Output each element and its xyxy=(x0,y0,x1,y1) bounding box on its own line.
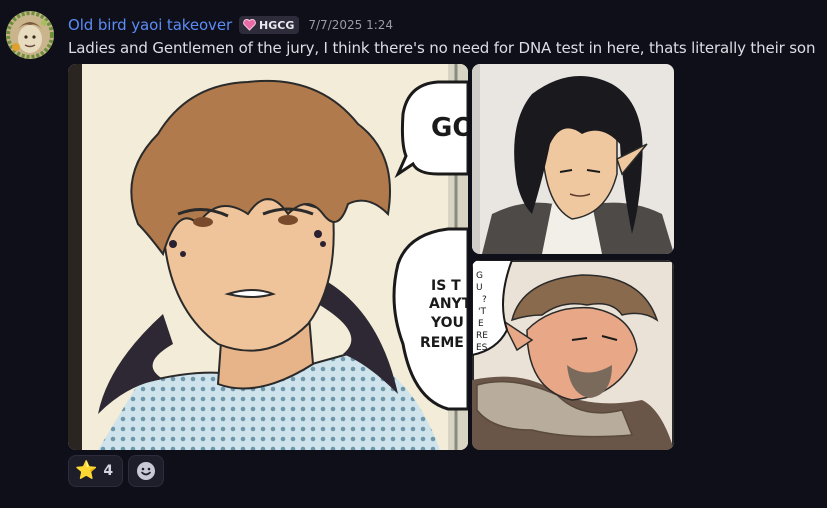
comic-bubble-text-top: GO xyxy=(431,113,468,143)
comic-bubble-line-1: IS T xyxy=(431,278,461,294)
comic-bubble-line-4: REME TES xyxy=(420,335,468,351)
avatar-image xyxy=(6,11,54,59)
image-attachments: GO IS T ANYT YOU REME TES xyxy=(68,64,674,450)
reaction-count: 4 xyxy=(103,463,114,479)
server-tag[interactable]: HGCG xyxy=(239,16,300,34)
user-avatar[interactable] xyxy=(6,11,54,59)
attachment-image-bearded[interactable]: G U ? 'T E RE ES xyxy=(472,260,674,450)
reactions-bar: ⭐ 4 xyxy=(68,455,165,487)
reaction-star[interactable]: ⭐ 4 xyxy=(68,455,124,487)
comic-small-line-1: G xyxy=(476,271,483,281)
heart-icon xyxy=(243,19,256,31)
message-timestamp[interactable]: 7/7/2025 1:24 xyxy=(308,18,393,32)
message-header: Old bird yaoi takeover HGCG 7/7/2025 1:2… xyxy=(68,14,393,36)
attachment-image-dark-hair[interactable] xyxy=(472,64,674,254)
attachment-image-comic-panel[interactable]: GO IS T ANYT YOU REME TES xyxy=(68,64,468,450)
message-content: Ladies and Gentlemen of the jury, I thin… xyxy=(68,39,816,57)
comic-small-line-6: RE xyxy=(476,331,488,341)
comic-bubble-line-3: YOU xyxy=(430,315,464,331)
comic-small-line-2: U xyxy=(476,283,483,293)
comic-small-line-7: ES xyxy=(476,343,488,353)
comic-bubble-line-2: ANYT xyxy=(429,296,468,312)
add-reaction-button[interactable] xyxy=(128,455,165,487)
comic-small-line-5: E xyxy=(478,319,484,329)
message: Old bird yaoi takeover HGCG 7/7/2025 1:2… xyxy=(0,0,827,508)
author-name[interactable]: Old bird yaoi takeover xyxy=(68,16,232,34)
star-icon: ⭐ xyxy=(75,460,98,481)
comic-small-line-4: 'T xyxy=(478,307,486,317)
comic-small-line-3: ? xyxy=(482,295,487,305)
smiley-add-icon xyxy=(137,462,156,480)
server-tag-label: HGCG xyxy=(259,18,295,32)
